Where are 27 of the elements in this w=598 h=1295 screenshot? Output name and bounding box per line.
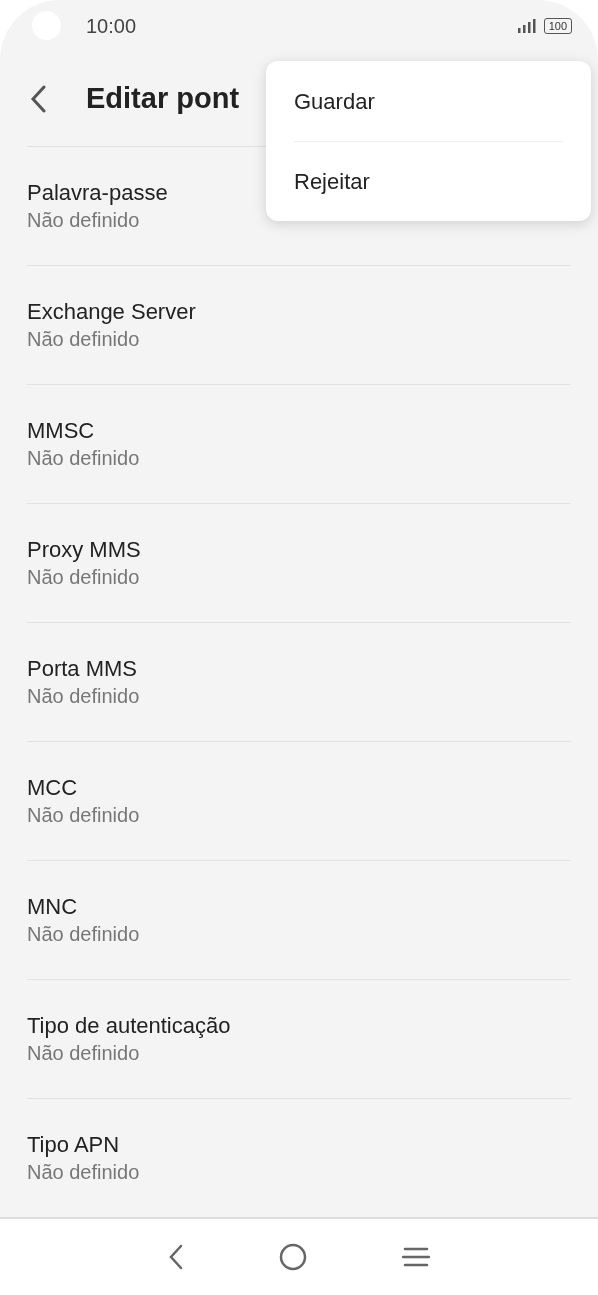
setting-title[interactable]: MNC (27, 892, 571, 922)
menu-item[interactable]: Guardar (294, 61, 563, 141)
menu-icon[interactable] (402, 1246, 430, 1268)
setting-value: Não definido (27, 208, 141, 234)
setting-value: Não definido (27, 922, 141, 948)
setting-value: Não definido (27, 1041, 141, 1067)
setting-title[interactable]: MMSC (27, 416, 571, 446)
back-icon[interactable] (30, 84, 46, 113)
setting-title[interactable]: Tipo APN (27, 1130, 571, 1160)
setting-title[interactable]: Porta MMS (27, 654, 571, 684)
setting-title[interactable]: Tipo de autenticação (27, 1011, 571, 1041)
setting-value: Não definido (27, 803, 141, 829)
signal-icon (517, 18, 536, 33)
setting-value: Não definido (27, 565, 141, 591)
setting-title[interactable]: Proxy MMS (27, 535, 571, 565)
status-time: 10:00 (86, 13, 137, 39)
battery-level: 100 (543, 17, 572, 34)
menu-item[interactable]: Rejeitar (294, 141, 563, 221)
setting-title[interactable]: Exchange Server (27, 297, 571, 327)
setting-title[interactable]: MCC (27, 773, 571, 803)
setting-value: Não definido (27, 684, 141, 710)
setting-value: Não definido (27, 1160, 141, 1186)
home-icon[interactable] (279, 1243, 307, 1271)
setting-value: Não definido (27, 446, 141, 472)
back-icon[interactable] (168, 1243, 184, 1271)
page-title: Editar pont (86, 80, 240, 116)
setting-value: Não definido (27, 327, 141, 353)
